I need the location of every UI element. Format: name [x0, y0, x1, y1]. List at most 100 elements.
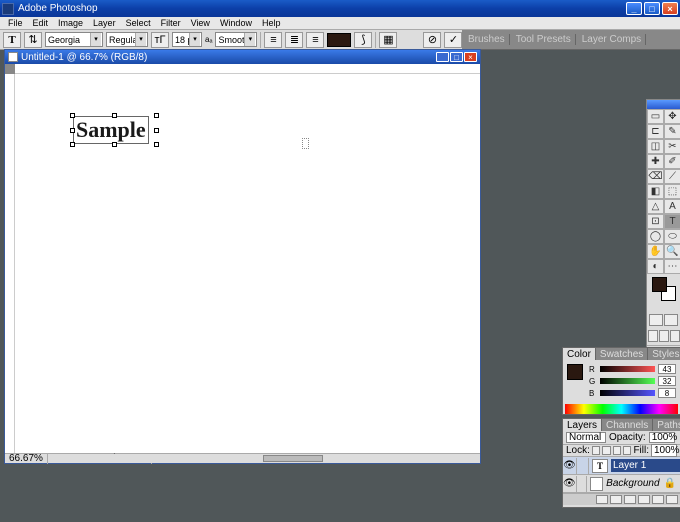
menu-view[interactable]: View [186, 18, 215, 28]
tab-color[interactable]: Color [563, 348, 596, 360]
color-spectrum[interactable] [565, 404, 678, 414]
font-family-select[interactable]: Georgia [45, 32, 103, 47]
text-color-swatch[interactable] [327, 33, 351, 47]
layer-set-button[interactable] [624, 495, 636, 504]
window-maximize[interactable]: □ [644, 2, 660, 15]
document-titlebar[interactable]: Untitled-1 @ 66.7% (RGB/8) _ □ × [5, 50, 480, 64]
transform-handle-s[interactable] [112, 142, 117, 147]
link-cell[interactable] [577, 458, 589, 474]
font-size-select[interactable]: 18 pt [172, 32, 202, 47]
b-slider[interactable] [600, 390, 655, 396]
window-minimize[interactable]: _ [626, 2, 642, 15]
layer-thumb-bg[interactable] [590, 477, 603, 491]
b-value[interactable]: 8 [658, 388, 676, 398]
font-style-select[interactable]: Regular [106, 32, 148, 47]
align-center[interactable]: ≣ [285, 32, 303, 48]
tool-heal[interactable]: ✚ [647, 154, 664, 169]
tool-pen[interactable]: ◯ [647, 229, 664, 244]
palettes-toggle[interactable]: ▦ [379, 32, 397, 48]
menu-image[interactable]: Image [53, 18, 88, 28]
layer-row-1[interactable]: 👁 T Layer 1 [563, 457, 680, 475]
orientation-toggle[interactable]: ⇅ [24, 32, 42, 48]
tool-stamp[interactable]: ⌫ [647, 169, 664, 184]
quickmask-off[interactable] [649, 314, 663, 326]
screenmode-full[interactable] [670, 330, 680, 342]
g-value[interactable]: 32 [658, 376, 676, 386]
transform-handle-se[interactable] [154, 142, 159, 147]
tool-lasso[interactable]: ⊏ [647, 124, 664, 139]
lock-position[interactable] [613, 446, 621, 455]
quickmask-on[interactable] [664, 314, 678, 326]
tool-move[interactable]: ✥ [664, 109, 680, 124]
visibility-icon[interactable]: 👁 [563, 476, 577, 492]
transform-handle-ne[interactable] [154, 113, 159, 118]
tab-paths[interactable]: Paths [653, 419, 680, 431]
doc-close[interactable]: × [464, 52, 477, 62]
visibility-icon[interactable]: 👁 [563, 458, 577, 474]
well-toolpresets[interactable]: Tool Presets [512, 34, 576, 45]
window-close[interactable]: × [662, 2, 678, 15]
well-layercomps[interactable]: Layer Comps [578, 34, 646, 45]
zoom-level[interactable]: 66.67% [5, 453, 48, 464]
transform-handle-n[interactable] [112, 113, 117, 118]
tool-path[interactable]: ⊡ [647, 214, 664, 229]
cancel-icon[interactable]: ⊘ [423, 32, 441, 48]
doc-minimize[interactable]: _ [436, 52, 449, 62]
doc-maximize[interactable]: □ [450, 52, 463, 62]
tool-blur[interactable]: △ [647, 199, 664, 214]
scrollbar-horizontal[interactable] [50, 454, 476, 463]
foreground-color-swatch[interactable] [652, 277, 667, 292]
screenmode-full-menu[interactable] [659, 330, 669, 342]
tool-history[interactable]: ⟋ [664, 169, 680, 184]
tool-hand[interactable]: ◐ [647, 259, 664, 274]
g-slider[interactable] [600, 378, 655, 384]
text-layer-sample[interactable]: Sample [73, 116, 149, 144]
screenmode-standard[interactable] [648, 330, 658, 342]
fill-value[interactable]: 100% [651, 444, 677, 457]
blend-mode-select[interactable]: Normal [566, 432, 606, 443]
tool-crop[interactable]: ◫ [647, 139, 664, 154]
layer-thumb-text[interactable]: T [592, 459, 608, 473]
transform-handle-e[interactable] [154, 128, 159, 133]
toolbox-header[interactable] [647, 100, 680, 109]
align-left[interactable]: ≡ [264, 32, 282, 48]
menu-edit[interactable]: Edit [28, 18, 54, 28]
menu-help[interactable]: Help [257, 18, 286, 28]
transform-handle-sw[interactable] [70, 142, 75, 147]
well-brushes[interactable]: Brushes [464, 34, 510, 45]
lock-transparency[interactable] [592, 446, 600, 455]
layer-adj-button[interactable] [638, 495, 650, 504]
ruler-vertical[interactable] [5, 74, 15, 453]
layer-fx-button[interactable] [596, 495, 608, 504]
tab-channels[interactable]: Channels [602, 419, 653, 431]
layer-mask-button[interactable] [610, 495, 622, 504]
r-value[interactable]: 43 [658, 364, 676, 374]
antialias-select[interactable]: Smooth [215, 32, 257, 47]
opacity-value[interactable]: 100% [649, 432, 675, 443]
tool-slice[interactable]: ✂ [664, 139, 680, 154]
tool-eraser[interactable]: ◧ [647, 184, 664, 199]
r-slider[interactable] [600, 366, 655, 372]
tool-marquee[interactable]: ▭ [647, 109, 664, 124]
transform-handle-w[interactable] [70, 128, 75, 133]
color-preview[interactable] [567, 364, 583, 380]
menu-select[interactable]: Select [121, 18, 156, 28]
layer-new-button[interactable] [652, 495, 664, 504]
tool-gradient[interactable]: ⬚ [664, 184, 680, 199]
canvas[interactable]: Sample [15, 74, 480, 453]
tool-type[interactable]: T [664, 214, 680, 229]
menu-file[interactable]: File [3, 18, 28, 28]
tool-shape[interactable]: ⬭ [664, 229, 680, 244]
layer-row-bg[interactable]: 👁 Background 🔒 [563, 475, 680, 493]
tool-wand[interactable]: ✎ [664, 124, 680, 139]
tab-styles[interactable]: Styles [648, 348, 680, 360]
tool-preset-icon[interactable]: T [3, 32, 21, 48]
warp-text[interactable]: ⟆ [354, 32, 372, 48]
link-cell[interactable] [577, 476, 587, 492]
tool-brush[interactable]: ✐ [664, 154, 680, 169]
tool-zoom[interactable]: ⋯ [664, 259, 680, 274]
layer-trash-button[interactable] [666, 495, 678, 504]
scroll-thumb[interactable] [263, 455, 323, 462]
lock-all[interactable] [623, 446, 631, 455]
tab-layers[interactable]: Layers [563, 419, 602, 431]
